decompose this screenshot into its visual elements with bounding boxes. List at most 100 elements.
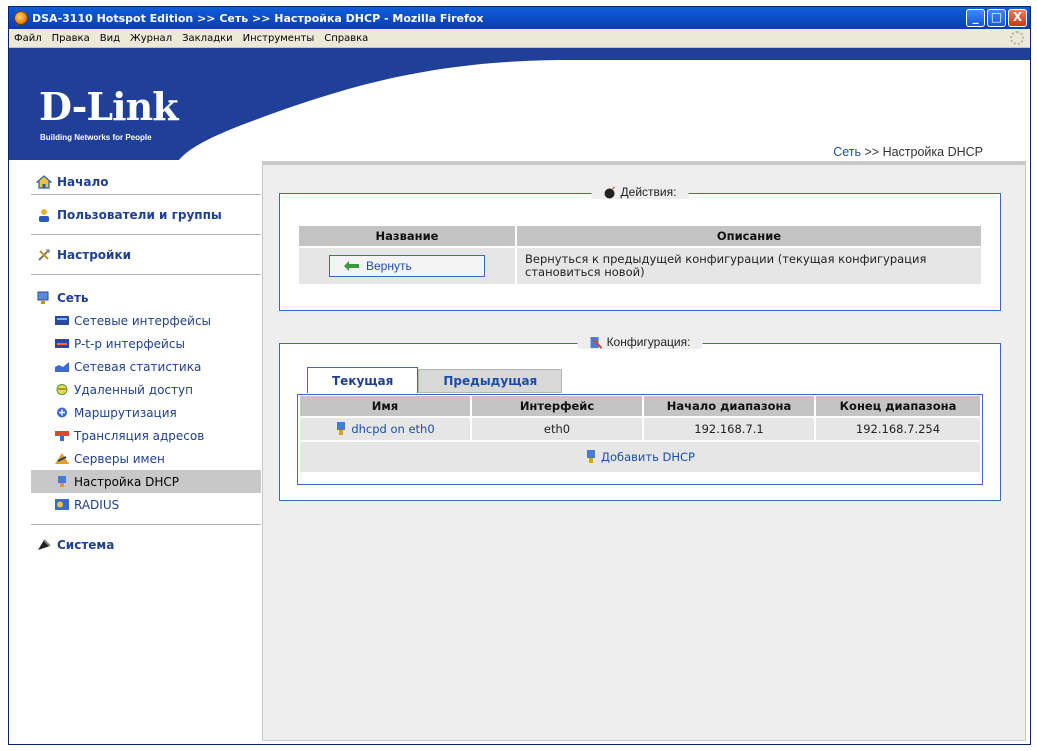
menu-help[interactable]: Справка: [319, 33, 373, 44]
config-legend-label: Конфигурация:: [606, 335, 691, 349]
revert-cell: Вернуть: [299, 248, 515, 284]
minimize-button[interactable]: _: [966, 9, 985, 27]
sidebar-item-label: P-t-p интерфейсы: [74, 336, 185, 351]
sidebar-item-network[interactable]: Сеть: [31, 275, 261, 309]
sidebar-item-label: Сеть: [57, 291, 89, 305]
column-header-name: Название: [299, 226, 515, 246]
page-header: D-Link Building Networks for People Engl…: [9, 48, 1030, 160]
sidebar-item-label: Сетевая статистика: [74, 359, 202, 374]
sidebar-item-dns[interactable]: Серверы имен: [31, 447, 261, 470]
sidebar-item-ptp[interactable]: P-t-p интерфейсы: [31, 332, 261, 355]
add-dhcp-label: Добавить DHCP: [600, 450, 695, 464]
sidebar-item-users[interactable]: Пользователи и группы: [31, 195, 261, 235]
firefox-icon: [14, 11, 28, 25]
sidebar-item-system[interactable]: Система: [31, 525, 261, 565]
dhcp-entry-link[interactable]: dhcpd on eth0: [300, 418, 470, 440]
nic-icon: [55, 316, 69, 325]
sidebar-item-interfaces[interactable]: Сетевые интерфейсы: [31, 309, 261, 332]
radius-icon: [55, 499, 69, 510]
dhcp-icon: [58, 476, 66, 487]
users-icon: [39, 208, 49, 222]
sidebar: Начало Пользователи и группы Настройки С…: [31, 167, 261, 565]
sidebar-item-label: Удаленный доступ: [74, 382, 193, 397]
title-bar: DSA-3110 Hotspot Edition >> Сеть >> Наст…: [9, 7, 1030, 29]
menu-history[interactable]: Журнал: [125, 33, 177, 44]
remote-access-icon: [56, 384, 68, 395]
tab-previous[interactable]: Предыдущая: [418, 369, 563, 393]
sidebar-item-settings[interactable]: Настройки: [31, 235, 261, 275]
menu-tools[interactable]: Инструменты: [238, 33, 320, 44]
dlink-logo: D-Link: [39, 84, 179, 129]
back-arrow-icon: [344, 261, 359, 271]
dhcp-entry-name: dhcpd on eth0: [351, 422, 435, 436]
actions-fieldset: Действия: Название Описание Вернуть Верн…: [279, 185, 1001, 311]
menu-bookmarks[interactable]: Закладки: [177, 33, 238, 44]
sidebar-item-home[interactable]: Начало: [31, 167, 261, 195]
actions-legend-label: Действия:: [620, 185, 677, 199]
sidebar-item-label: Маршрутизация: [74, 405, 177, 420]
sidebar-item-stats[interactable]: Сетевая статистика: [31, 355, 261, 378]
breadcrumb-network-link[interactable]: Сеть: [833, 145, 861, 159]
sidebar-item-label: Настройка DHCP: [74, 474, 180, 489]
throbber-icon: [1010, 31, 1024, 45]
column-header-range-start: Начало диапазона: [644, 396, 814, 416]
sidebar-item-label: Трансляция адресов: [74, 428, 205, 443]
column-header-range-end: Конец диапазона: [816, 396, 980, 416]
network-icon: [37, 291, 49, 304]
breadcrumb: Сеть >> Настройка DHCP: [833, 145, 983, 159]
logout-link[interactable]: Выход: [979, 82, 1018, 97]
sidebar-item-label: Серверы имен: [74, 451, 165, 466]
menu-view[interactable]: Вид: [95, 33, 125, 44]
dhcp-entry-range-end: 192.168.7.254: [816, 418, 980, 440]
routing-icon: [57, 407, 67, 418]
tools-icon: [38, 248, 50, 261]
home-icon: [36, 175, 52, 189]
dhcp-entry-range-start: 192.168.7.1: [644, 418, 814, 440]
stats-icon: [55, 362, 69, 372]
sidebar-item-label: Сетевые интерфейсы: [74, 313, 212, 328]
bomb-icon: [604, 185, 616, 198]
close-button[interactable]: X: [1008, 9, 1027, 27]
add-dhcp-icon: [586, 450, 595, 463]
dhcp-entry-interface: eth0: [472, 418, 642, 440]
sidebar-item-nat[interactable]: Трансляция адресов: [31, 424, 261, 447]
sidebar-item-label: Система: [57, 538, 115, 552]
column-header-name: Имя: [300, 396, 470, 416]
revert-description: Вернуться к предыдущей конфигурации (тек…: [517, 248, 981, 284]
dlink-slogan: Building Networks for People: [40, 133, 152, 142]
dhcp-entry-icon: [337, 422, 346, 435]
dhcp-table: Имя Интерфейс Начало диапазона Конец диа…: [298, 394, 982, 474]
sidebar-item-label: Настройки: [57, 247, 132, 262]
config-fieldset: Конфигурация: Текущая Предыдущая Имя Инт…: [279, 335, 1001, 501]
sidebar-item-label: RADIUS: [74, 497, 120, 512]
english-link[interactable]: English: [925, 82, 968, 97]
dns-icon: [55, 453, 69, 464]
nat-icon: [55, 431, 69, 441]
breadcrumb-separator: >>: [861, 145, 883, 159]
sidebar-item-routing[interactable]: Маршрутизация: [31, 401, 261, 424]
maximize-button[interactable]: □: [987, 9, 1006, 27]
config-icon: [590, 336, 603, 349]
revert-button[interactable]: Вернуть: [329, 255, 485, 277]
column-header-description: Описание: [517, 226, 981, 246]
sidebar-item-label: Пользователи и группы: [57, 207, 222, 222]
sidebar-network-group: Сеть Сетевые интерфейсы P-t-p интерфейсы…: [31, 275, 261, 525]
menu-edit[interactable]: Правка: [47, 33, 95, 44]
tab-current[interactable]: Текущая: [307, 367, 419, 393]
add-dhcp-link[interactable]: Добавить DHCP: [300, 442, 980, 472]
menu-bar: Файл Правка Вид Журнал Закладки Инструме…: [9, 29, 1030, 48]
main-panel: Действия: Название Описание Вернуть Верн…: [262, 161, 1026, 741]
sidebar-item-remote-access[interactable]: Удаленный доступ: [31, 378, 261, 401]
actions-legend: Действия:: [591, 185, 689, 199]
sidebar-item-radius[interactable]: RADIUS: [31, 493, 261, 516]
actions-table: Название Описание Вернуть Вернуться к пр…: [297, 224, 983, 286]
menu-file[interactable]: Файл: [9, 33, 47, 44]
browser-window: DSA-3110 Hotspot Edition >> Сеть >> Наст…: [8, 6, 1031, 745]
sidebar-item-dhcp[interactable]: Настройка DHCP: [31, 470, 261, 493]
breadcrumb-current: Настройка DHCP: [882, 145, 983, 159]
sidebar-item-label: Начало: [57, 175, 109, 189]
table-row: dhcpd on eth0 eth0 192.168.7.1 192.168.7…: [300, 418, 980, 440]
window-title: DSA-3110 Hotspot Edition >> Сеть >> Наст…: [32, 11, 484, 25]
revert-button-label: Вернуть: [366, 259, 412, 273]
ptp-icon: [55, 339, 69, 348]
